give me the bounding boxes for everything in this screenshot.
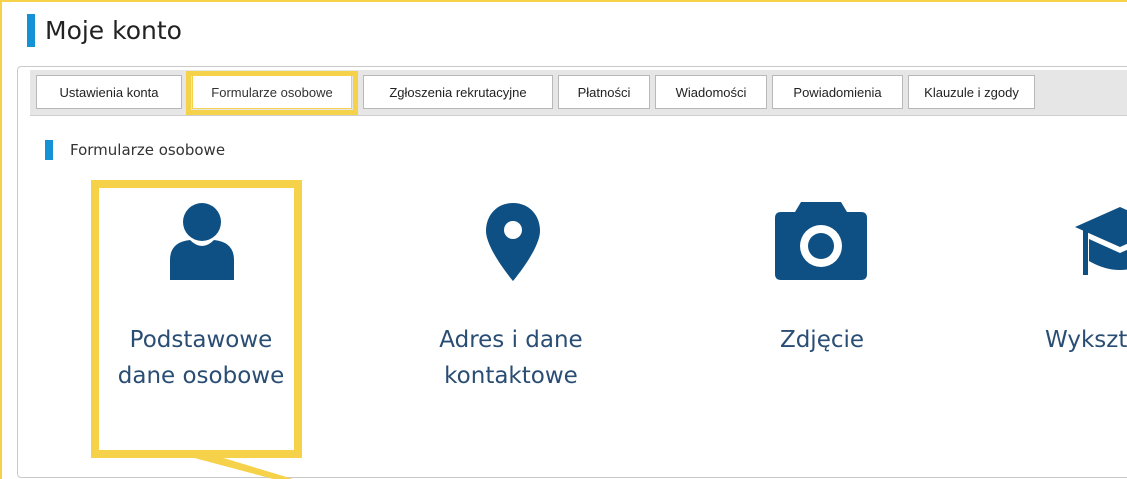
card-label-adres-i-dane-kontaktowe[interactable]: Adres i dane kontaktowe <box>416 322 606 394</box>
tab-klauzule-i-zgody[interactable]: Klauzule i zgody <box>908 75 1035 109</box>
tab-label: Ustawienia konta <box>59 84 159 100</box>
card-label-zdjecie[interactable]: Zdjęcie <box>727 322 917 358</box>
tab-platnosci[interactable]: Płatności <box>558 75 650 109</box>
tab-label: Klauzule i zgody <box>924 84 1019 100</box>
location-pin-icon[interactable] <box>484 201 542 283</box>
highlight-frame-left <box>0 0 2 479</box>
graduation-cap-icon[interactable] <box>1075 205 1127 285</box>
tab-label: Wiadomości <box>675 84 747 100</box>
tab-wiadomosci[interactable]: Wiadomości <box>655 75 767 109</box>
tab-label: Powiadomienia <box>793 84 882 100</box>
card-highlight-box <box>91 180 302 458</box>
page-title: Moje konto <box>45 16 182 45</box>
section-accent-bar <box>45 140 53 160</box>
tab-zgloszenia-rekrutacyjne[interactable]: Zgłoszenia rekrutacyjne <box>363 75 553 109</box>
tab-highlight-box <box>186 71 358 115</box>
camera-icon[interactable] <box>773 198 869 282</box>
tab-powiadomienia[interactable]: Powiadomienia <box>772 75 903 109</box>
highlight-frame-top <box>0 0 1127 2</box>
tab-label: Zgłoszenia rekrutacyjne <box>389 84 527 100</box>
tab-ustawienia-konta[interactable]: Ustawienia konta <box>36 75 182 109</box>
title-accent-bar <box>27 14 35 47</box>
callout-pointer <box>187 450 293 479</box>
card-label-wyksztalcenie[interactable]: Wykszt <box>1045 322 1127 358</box>
section-title: Formularze osobowe <box>70 141 226 159</box>
tab-label: Płatności <box>577 84 631 100</box>
